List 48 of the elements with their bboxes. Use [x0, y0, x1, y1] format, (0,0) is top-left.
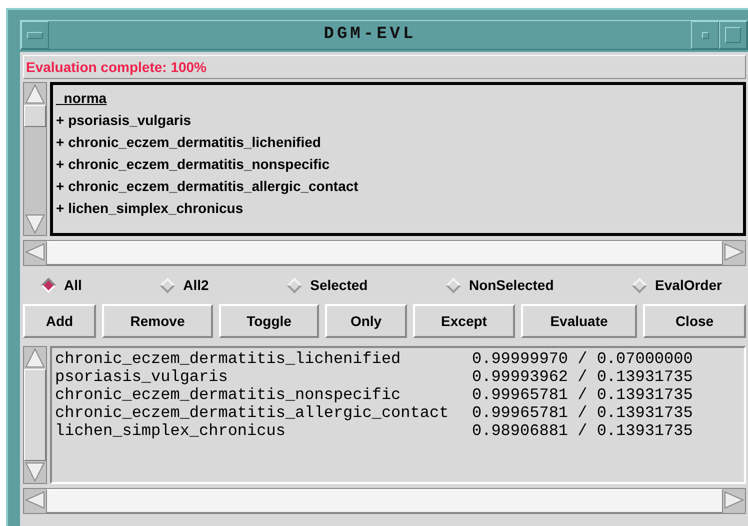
- vertical-scrollbar[interactable]: [23, 346, 47, 484]
- action-button[interactable]: Except: [413, 304, 515, 338]
- scroll-left-icon[interactable]: [24, 489, 46, 511]
- maximize-button[interactable]: [719, 21, 747, 49]
- radio-option[interactable]: All: [43, 277, 82, 293]
- status-message: Evaluation complete: 100%: [23, 55, 746, 79]
- result-score: 0.99965781 / 0.13931735: [472, 386, 693, 404]
- vertical-scrollbar[interactable]: [23, 82, 47, 236]
- list-item[interactable]: + chronic_eczem_dermatitis_nonspecific: [56, 153, 743, 175]
- radio-option[interactable]: Selected: [289, 277, 368, 293]
- radio-label: All: [64, 277, 82, 293]
- list-item[interactable]: _norma: [56, 87, 743, 109]
- list-item[interactable]: + chronic_eczem_dermatitis_lichenified: [56, 131, 743, 153]
- radio-label: Selected: [310, 277, 368, 293]
- radio-option[interactable]: EvalOrder: [634, 277, 722, 293]
- list-item[interactable]: + lichen_simplex_chronicus: [56, 197, 743, 219]
- result-name[interactable]: chronic_eczem_dermatitis_allergic_contact: [55, 404, 472, 422]
- result-name[interactable]: lichen_simplex_chronicus: [55, 422, 472, 440]
- radio-label: NonSelected: [468, 277, 554, 293]
- list-item[interactable]: + psoriasis_vulgaris: [56, 109, 743, 131]
- action-button[interactable]: Close: [643, 304, 746, 338]
- scroll-thumb[interactable]: [24, 105, 46, 127]
- horizontal-scrollbar[interactable]: [23, 488, 746, 514]
- result-name[interactable]: chronic_eczem_dermatitis_nonspecific: [55, 386, 472, 404]
- scroll-left-icon[interactable]: [24, 241, 46, 263]
- scroll-right-icon[interactable]: [723, 489, 745, 511]
- radio-label: EvalOrder: [655, 277, 722, 293]
- list-item[interactable]: + chronic_eczem_dermatitis_allergic_contact: [56, 175, 743, 197]
- result-score: 0.98906881 / 0.13931735: [472, 422, 693, 440]
- radio-option[interactable]: NonSelected: [448, 277, 554, 293]
- horizontal-scrollbar[interactable]: [23, 240, 746, 266]
- radio-label: All2: [183, 277, 209, 293]
- result-score: 0.99993962 / 0.13931735: [472, 368, 693, 386]
- scroll-right-icon[interactable]: [723, 241, 745, 263]
- action-button[interactable]: Evaluate: [521, 304, 637, 338]
- result-score: 0.99999970 / 0.07000000: [472, 350, 693, 368]
- result-score: 0.99965781 / 0.13931735: [472, 404, 693, 422]
- action-button[interactable]: Toggle: [219, 304, 319, 338]
- radio-option[interactable]: All2: [162, 277, 209, 293]
- window-menu-button[interactable]: [21, 21, 49, 49]
- result-name[interactable]: psoriasis_vulgaris: [55, 368, 472, 386]
- action-button[interactable]: Remove: [102, 304, 213, 338]
- action-button[interactable]: Add: [23, 304, 96, 338]
- minimize-button[interactable]: [691, 21, 719, 49]
- window-title: DGM-EVL: [322, 24, 418, 46]
- scroll-thumb[interactable]: [24, 369, 46, 461]
- action-button[interactable]: Only: [325, 304, 407, 338]
- result-name[interactable]: chronic_eczem_dermatitis_lichenified: [55, 350, 472, 368]
